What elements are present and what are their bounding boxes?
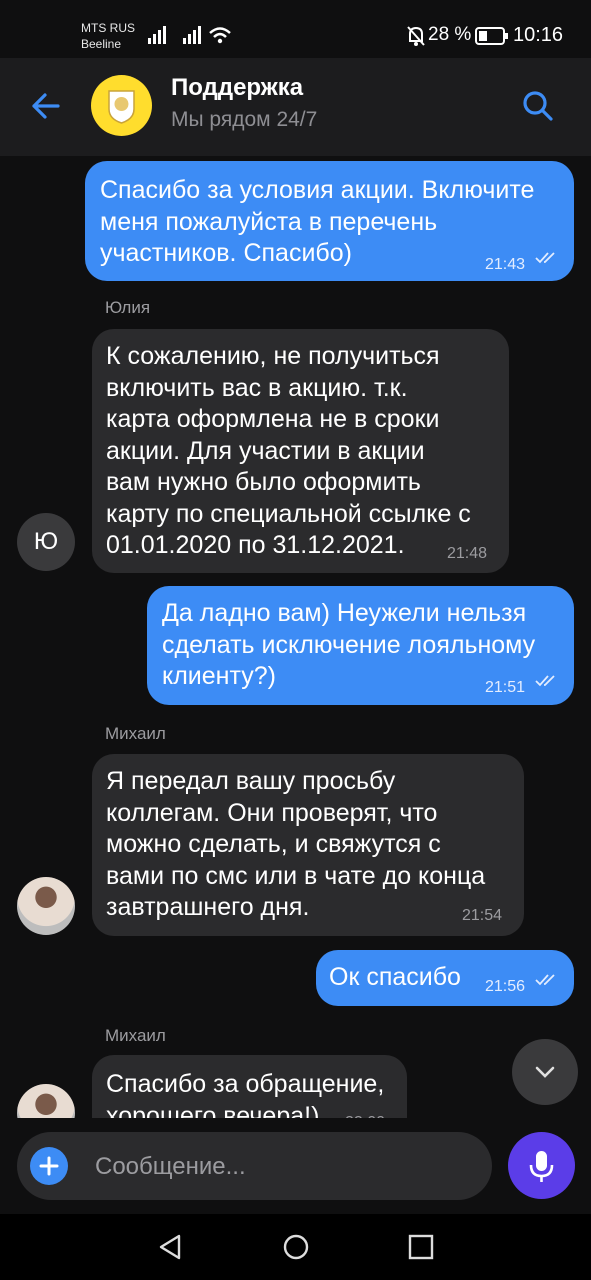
scroll-to-bottom-button[interactable]: [512, 1039, 578, 1105]
message-time: 21:56: [485, 978, 526, 995]
back-arrow-icon[interactable]: [26, 86, 66, 126]
signal-icon: [148, 26, 166, 44]
chevron-down-icon: [535, 1066, 555, 1078]
message-list[interactable]: Спасибо за условия акции. Включите меня …: [0, 156, 591, 1118]
battery-percent: 28 %: [428, 24, 472, 45]
double-check-icon: [535, 252, 555, 264]
double-check-icon: [535, 675, 555, 687]
message-composer: Сообщение...: [0, 1118, 591, 1214]
message-placeholder: Сообщение...: [95, 1153, 246, 1180]
search-icon[interactable]: [518, 86, 558, 126]
signal-icon-2: [183, 26, 201, 44]
bank-logo-avatar[interactable]: [91, 75, 152, 136]
clock: 10:16: [513, 24, 564, 46]
message-text: Я передал вашу просьбу коллегам. Они про…: [106, 767, 486, 921]
avatar[interactable]: [17, 1084, 75, 1118]
chat-title: Поддержка: [171, 74, 304, 101]
message-outgoing[interactable]: Спасибо за условия акции. Включите меня …: [85, 161, 574, 281]
nav-back-icon[interactable]: [155, 1232, 185, 1262]
nav-home-icon[interactable]: [281, 1232, 311, 1262]
message-time: 21:54: [462, 907, 503, 924]
carrier-1: MTS RUS: [81, 21, 135, 35]
battery-icon: [475, 27, 508, 45]
avatar[interactable]: Ю: [17, 513, 75, 571]
message-input[interactable]: Сообщение...: [17, 1132, 492, 1200]
chat-header: Поддержка Мы рядом 24/7: [0, 58, 591, 156]
sender-name: Михаил: [105, 724, 166, 743]
message-outgoing[interactable]: Да ладно вам) Неужели нельзя сделать иск…: [147, 586, 574, 705]
mute-bell-icon: [407, 26, 425, 46]
carrier-2: Beeline: [81, 37, 122, 51]
message-text: Спасибо за условия акции. Включите меня …: [100, 176, 535, 267]
voice-message-button[interactable]: [508, 1132, 575, 1199]
system-navigation-bar: [0, 1214, 591, 1280]
message-incoming[interactable]: К сожалению, не получиться включить вас …: [92, 329, 509, 573]
carrier-names: MTS RUS Beeline: [81, 20, 135, 52]
plus-icon: [39, 1156, 59, 1176]
sender-name: Юлия: [105, 298, 151, 317]
nav-recents-icon[interactable]: [406, 1232, 436, 1262]
message-text: К сожалению, не получиться включить вас …: [106, 342, 471, 559]
avatar[interactable]: [17, 877, 75, 935]
message-text: Спасибо за обращение, хорошего вечера!): [106, 1070, 385, 1118]
attach-button[interactable]: [30, 1147, 68, 1185]
message-time: 22:00: [345, 1107, 385, 1118]
chat-subtitle: Мы рядом 24/7: [171, 108, 318, 131]
sender-name: Михаил: [105, 1026, 166, 1045]
double-check-icon: [535, 974, 555, 986]
message-time: 21:48: [447, 545, 488, 562]
message-incoming[interactable]: Я передал вашу просьбу коллегам. Они про…: [92, 754, 524, 936]
status-bar: MTS RUS Beeline 28 % 10:16: [0, 0, 591, 58]
message-time: 21:51: [485, 679, 526, 696]
message-outgoing[interactable]: Ок спасибо 21:56: [316, 950, 574, 1006]
wifi-icon: [209, 27, 231, 44]
microphone-icon: [529, 1151, 554, 1182]
message-time: 21:43: [485, 256, 526, 273]
shield-logo-icon: [108, 90, 135, 124]
message-text: Да ладно вам) Неужели нельзя сделать иск…: [162, 599, 536, 690]
message-text: Ок спасибо: [329, 963, 461, 991]
message-incoming[interactable]: Спасибо за обращение, хорошего вечера!) …: [92, 1055, 407, 1118]
